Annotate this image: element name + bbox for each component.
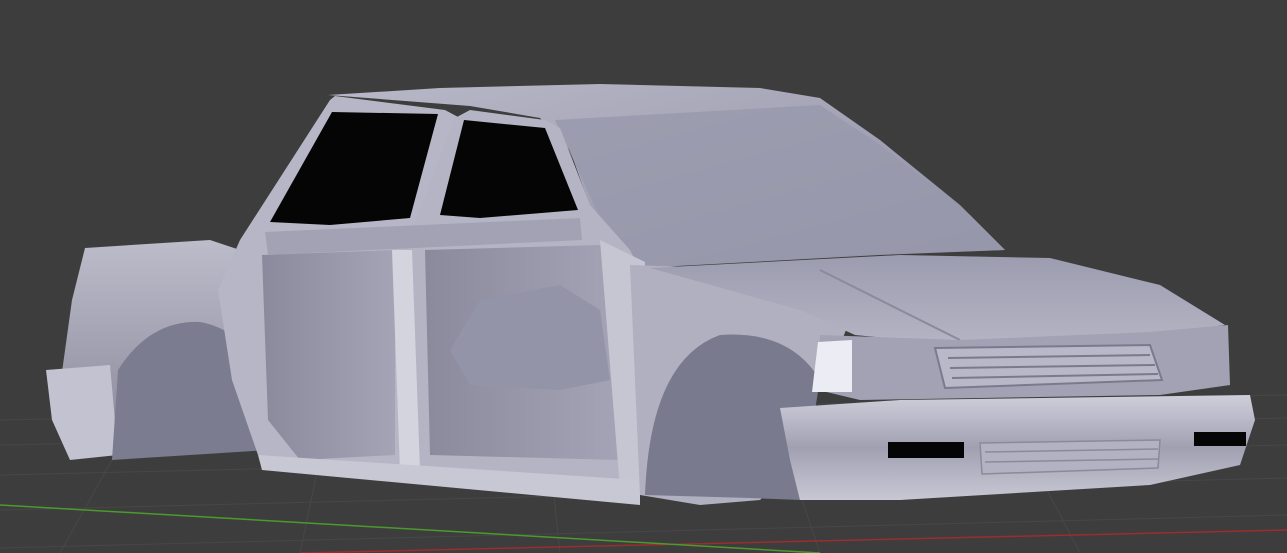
y-axis-line xyxy=(0,504,821,553)
3d-viewport[interactable] xyxy=(0,0,1287,553)
rear-bumper xyxy=(46,365,118,460)
x-axis-line xyxy=(299,529,1287,553)
viewport-scene xyxy=(0,84,1287,553)
lower-grille xyxy=(979,439,1161,475)
headlight-left xyxy=(812,340,852,392)
front-grille xyxy=(933,343,1164,390)
fog-light-left xyxy=(888,442,964,458)
fog-light-right xyxy=(1194,432,1246,446)
interior-cabin xyxy=(262,250,395,460)
car-body-model[interactable] xyxy=(46,84,1255,505)
